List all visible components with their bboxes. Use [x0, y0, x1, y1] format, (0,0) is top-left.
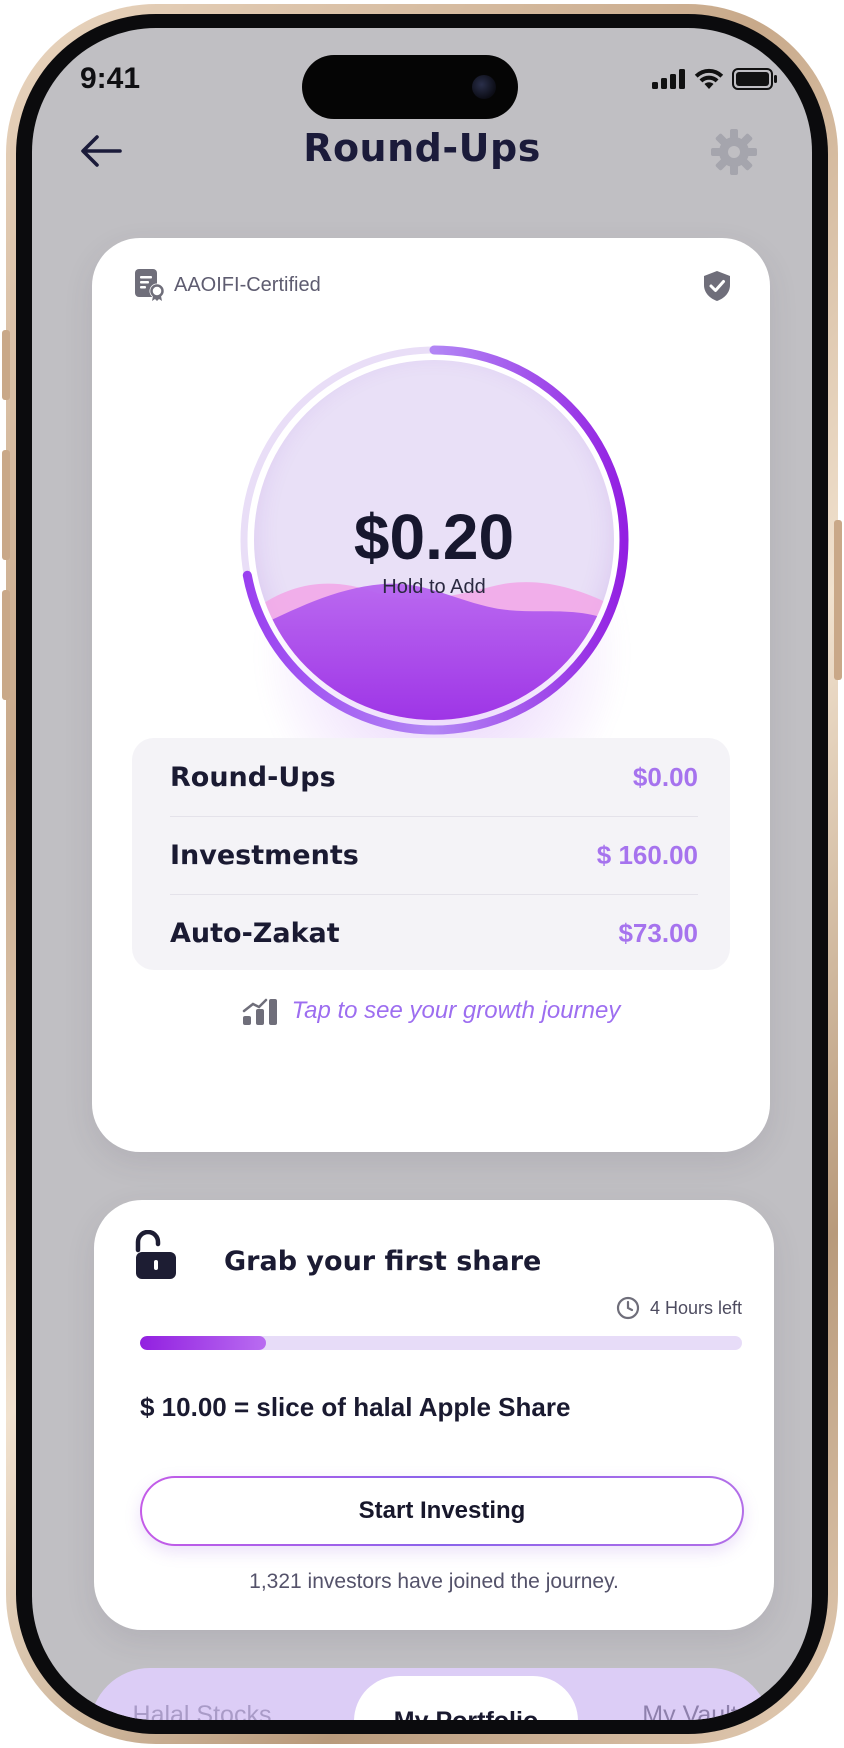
growth-journey-link[interactable]: Tap to see your growth journey	[92, 996, 770, 1026]
phone-side-button	[2, 450, 10, 560]
screen: 9:41 Round-Ups AAOIFI-Certified $0.20 Ho…	[32, 28, 812, 1720]
shield-check-icon	[704, 271, 730, 301]
summary-label: Investments	[170, 840, 359, 871]
certificate-icon	[135, 269, 165, 301]
start-investing-button[interactable]: Start Investing	[140, 1476, 744, 1546]
time-left-text: 4 Hours left	[649, 1297, 742, 1318]
growth-journey-text: Tap to see your growth journey	[291, 997, 621, 1024]
cellular-signal-icon	[652, 69, 685, 89]
phone-side-button	[2, 330, 10, 400]
summary-label: Auto-Zakat	[170, 918, 340, 949]
summary-row-investments: Investments $ 160.00	[170, 816, 698, 894]
phone-side-button	[2, 590, 10, 700]
summary-value: $73.00	[618, 918, 698, 948]
phone-side-button	[834, 520, 842, 680]
round-ups-card: AAOIFI-Certified $0.20 Hold to Add Round…	[92, 238, 770, 1152]
page-title: Round-Ups	[303, 126, 541, 170]
investors-joined-text: 1,321 investors have joined the journey.	[249, 1570, 619, 1593]
growth-chart-icon	[242, 998, 277, 1025]
status-time: 9:41	[80, 62, 141, 95]
gear-icon	[711, 129, 757, 175]
dial-value: $0.20	[353, 501, 515, 573]
settings-button[interactable]	[708, 126, 760, 178]
certification-badge: AAOIFI-Certified	[134, 268, 321, 302]
dial-hint: Hold to Add	[382, 576, 486, 598]
status-icons	[652, 68, 778, 90]
battery-icon	[732, 68, 777, 90]
dynamic-island	[302, 55, 518, 119]
summary-row-auto-zakat: Auto-Zakat $73.00	[170, 894, 698, 972]
share-progress-bar	[140, 1336, 742, 1350]
share-title: Grab your first share	[224, 1246, 542, 1277]
first-share-card: Grab your first share 4 Hours left $ 10.…	[94, 1200, 774, 1630]
summary-row-round-ups: Round-Ups $0.00	[170, 738, 698, 816]
summary-value: $ 160.00	[596, 840, 698, 870]
tab-halal-stocks[interactable]: Halal Stocks	[90, 1668, 314, 1721]
clock-icon	[616, 1296, 640, 1320]
summary-value: $0.00	[632, 761, 698, 792]
bottom-tab-bar: Halal Stocks My Portfolio My Vault	[90, 1668, 770, 1720]
share-progress-fill	[140, 1336, 267, 1350]
unlocked-padlock-icon	[135, 1230, 176, 1279]
certification-label: AAOIFI-Certified	[174, 273, 321, 296]
time-left: 4 Hours left	[616, 1296, 742, 1320]
tab-my-portfolio[interactable]: My Portfolio	[354, 1676, 578, 1720]
tab-my-vault[interactable]: My Vault	[610, 1668, 770, 1721]
summary-label: Round-Ups	[170, 761, 336, 793]
wifi-icon	[694, 68, 724, 89]
share-description: $ 10.00 = slice of halal Apple Share	[140, 1392, 571, 1422]
camera-icon	[472, 75, 496, 99]
dial-inner: $0.20 Hold to Add	[254, 360, 614, 720]
summary-list: Round-Ups $0.00 Investments $ 160.00 Aut…	[132, 738, 730, 970]
round-up-dial[interactable]: $0.20 Hold to Add	[220, 326, 648, 754]
